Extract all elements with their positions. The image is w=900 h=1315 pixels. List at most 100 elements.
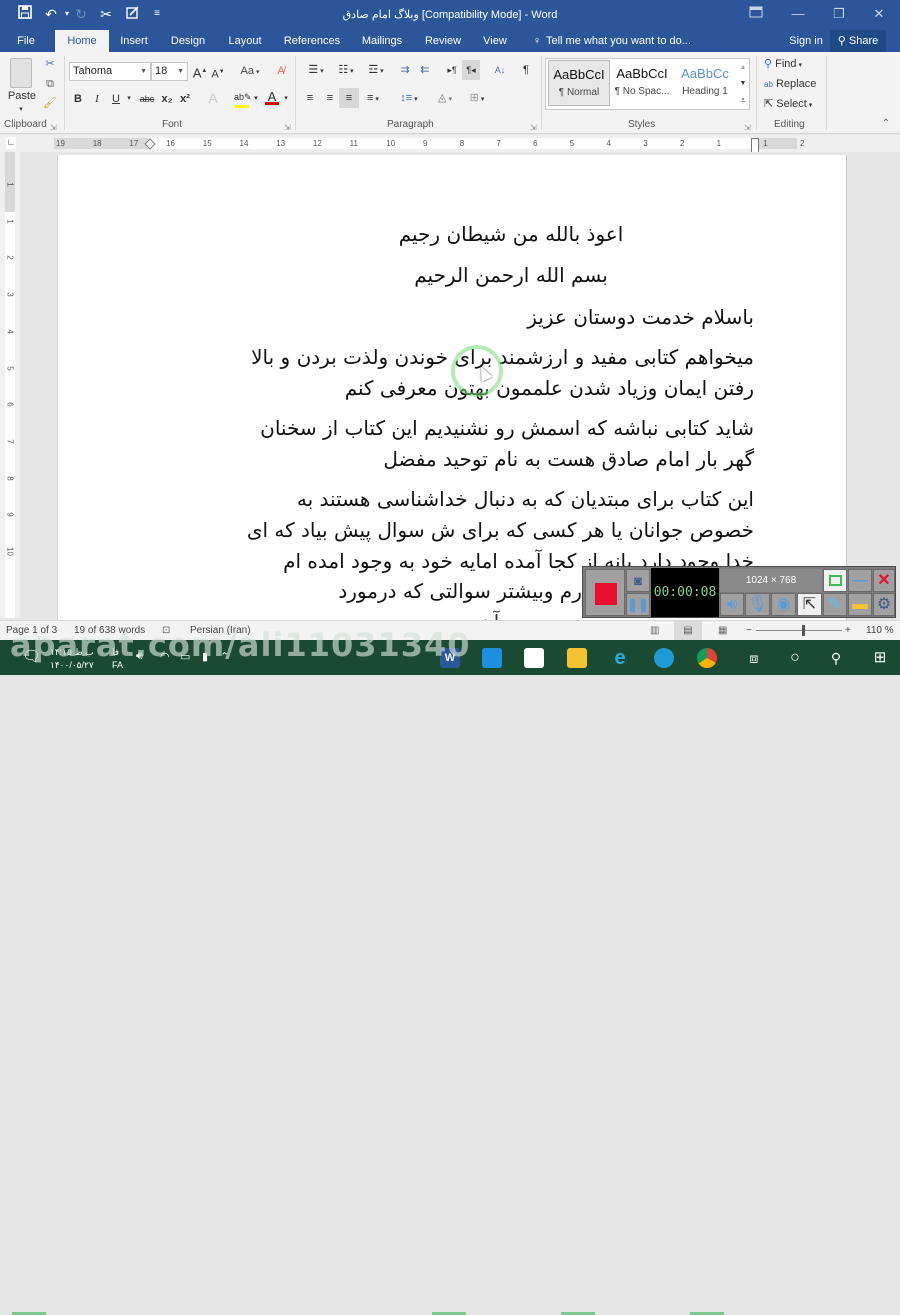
zoom-slider-track[interactable] — [756, 630, 842, 631]
align-right-icon[interactable]: ≡ — [339, 88, 359, 108]
tab-home[interactable]: Home — [55, 30, 109, 52]
multilevel-list-button[interactable]: ☲ ▾ — [362, 62, 390, 80]
sign-in-link[interactable]: Sign in — [785, 30, 827, 52]
shading-icon[interactable]: ◬ ▾ — [432, 90, 458, 108]
styles-scroll-up-icon[interactable]: ▲ — [737, 60, 749, 76]
minimize-icon[interactable]: — — [788, 5, 808, 23]
superscript-button[interactable]: x² — [178, 91, 192, 107]
bold-button[interactable]: B — [71, 91, 85, 107]
clipboard-launcher-icon[interactable]: ⇲ — [50, 120, 57, 136]
pen-icon[interactable]: ✎ — [823, 593, 847, 616]
collapse-ribbon-icon[interactable]: ⌃ — [880, 116, 892, 132]
styles-launcher-icon[interactable]: ⇲ — [744, 120, 751, 136]
tab-review[interactable]: Review — [420, 30, 466, 52]
tab-design[interactable]: Design — [165, 30, 211, 52]
style-heading-1[interactable]: AaBbCc Heading 1 — [674, 60, 736, 106]
font-color-button[interactable]: A — [264, 89, 280, 105]
align-center-icon[interactable]: ≡ — [322, 90, 338, 106]
ltr-direction-icon[interactable]: ▸¶ — [444, 62, 460, 78]
task-view-icon[interactable]: ⧈ — [744, 648, 764, 668]
close-recorder-icon[interactable]: ✕ — [873, 569, 895, 592]
document-page[interactable]: اعوذ بالله من شیطان رجیم بسم الله ارحمن … — [57, 155, 847, 634]
camera-icon[interactable]: ◙ — [626, 569, 650, 592]
borders-icon[interactable]: ⊞ ▾ — [464, 90, 490, 108]
change-case-button[interactable]: Aa ▾ — [236, 63, 264, 81]
highlight-dropdown-icon[interactable]: ▾ — [252, 91, 260, 107]
replace-button[interactable]: ab Replace — [764, 76, 824, 93]
text-effects-icon[interactable]: A — [205, 90, 221, 106]
copy-icon[interactable]: ⧉ — [42, 76, 58, 92]
webcam-icon[interactable]: ◉ — [771, 593, 796, 616]
file-explorer-taskbar-icon[interactable] — [567, 648, 587, 668]
start-windows-icon[interactable]: ⊞ — [870, 648, 890, 668]
cortana-icon[interactable]: ○ — [785, 648, 805, 668]
pause-icon[interactable]: ❚❚ — [626, 593, 650, 616]
shrink-font-icon[interactable]: A▼ — [210, 64, 226, 83]
underline-dropdown-icon[interactable]: ▾ — [125, 91, 133, 107]
tab-references[interactable]: References — [280, 30, 344, 52]
search-icon[interactable]: ⚲ — [826, 648, 846, 668]
clear-formatting-icon[interactable]: A̸ — [273, 63, 289, 79]
font-size-select[interactable]: 18 ▼ — [151, 62, 188, 81]
styles-more-icon[interactable]: ⩡ — [737, 92, 749, 108]
share-button[interactable]: ⚲ Share — [830, 30, 886, 52]
tab-layout[interactable]: Layout — [222, 30, 268, 52]
font-color-dropdown-icon[interactable]: ▾ — [282, 91, 290, 107]
format-painter-icon[interactable]: 🖌 — [42, 95, 58, 111]
style-no-spacing[interactable]: AaBbCcI ¶ No Spac... — [611, 60, 673, 106]
minimize-recorder-icon[interactable]: — — [848, 569, 872, 592]
rtl-direction-icon[interactable]: ¶◂ — [462, 60, 480, 80]
restore-icon[interactable]: ❐ — [829, 5, 849, 23]
italic-button[interactable]: I — [90, 91, 104, 107]
strikethrough-button[interactable]: abc — [137, 91, 157, 107]
sort-icon[interactable]: A↓ — [492, 62, 508, 78]
zoom-slider-thumb[interactable] — [801, 625, 805, 636]
edge-taskbar-icon[interactable] — [654, 648, 674, 668]
settings-gear-icon[interactable]: ⚙ — [873, 593, 895, 616]
font-launcher-icon[interactable]: ⇲ — [284, 120, 291, 136]
chrome-taskbar-icon[interactable] — [697, 648, 717, 668]
store-taskbar-icon[interactable] — [524, 648, 544, 668]
print-layout-icon[interactable]: ▤ — [674, 621, 702, 640]
font-name-select[interactable]: Tahoma ▼ — [69, 62, 151, 81]
cut-icon[interactable]: ✂ — [42, 56, 58, 72]
microphone-icon[interactable]: 🎙︎ — [745, 593, 770, 616]
mail-taskbar-icon[interactable] — [482, 648, 502, 668]
record-button[interactable] — [585, 569, 625, 616]
bullets-button[interactable]: ☰ ▾ — [302, 62, 330, 80]
tab-insert[interactable]: Insert — [113, 30, 155, 52]
subscript-button[interactable]: x₂ — [160, 91, 174, 107]
tab-view[interactable]: View — [477, 30, 513, 52]
select-button[interactable]: ⇱ Select ▾ — [764, 96, 824, 114]
cursor-capture-icon[interactable]: ⇱ — [797, 593, 822, 616]
find-button[interactable]: ⚲ Find ▾ — [764, 56, 824, 74]
numbering-button[interactable]: ☷ ▾ — [332, 62, 360, 80]
internet-explorer-taskbar-icon[interactable]: e — [610, 648, 630, 668]
justify-icon[interactable]: ≡ ▾ — [360, 90, 386, 108]
read-mode-icon[interactable]: ▥ — [650, 625, 659, 637]
decrease-indent-icon[interactable]: ⇉ — [397, 62, 413, 78]
speaker-icon[interactable]: 🔊︎ — [720, 593, 744, 616]
align-left-icon[interactable]: ≡ — [302, 90, 318, 106]
increase-indent-icon[interactable]: ⇇ — [417, 62, 433, 78]
tab-file[interactable]: File — [8, 30, 44, 52]
tab-mailings[interactable]: Mailings — [355, 30, 409, 52]
show-formatting-icon[interactable]: ¶ — [518, 62, 534, 78]
paragraph-launcher-icon[interactable]: ⇲ — [530, 120, 537, 136]
zoom-in-button[interactable]: + — [845, 625, 851, 637]
paste-dropdown-icon[interactable]: ▾ — [16, 102, 26, 118]
style-normal[interactable]: AaBbCcI ¶ Normal — [548, 60, 610, 106]
zoom-level[interactable]: 110 % — [866, 625, 894, 637]
highlight-color-button[interactable]: ab✎ — [234, 89, 252, 108]
grow-font-icon[interactable]: A▲ — [192, 63, 208, 81]
underline-button[interactable]: U — [109, 91, 123, 107]
close-icon[interactable]: ✕ — [869, 5, 889, 23]
styles-scroll-down-icon[interactable]: ▼ — [737, 76, 749, 92]
capture-region-icon[interactable] — [823, 569, 847, 592]
tab-selector-icon[interactable]: ∟ — [6, 137, 16, 149]
zoom-out-button[interactable]: − — [746, 625, 752, 637]
tell-me-search[interactable]: Tell me what you want to do... — [546, 30, 692, 52]
line-spacing-icon[interactable]: ↕≡ ▾ — [396, 90, 422, 108]
web-layout-icon[interactable]: ▦ — [718, 625, 727, 637]
folder-icon[interactable]: ▬ — [848, 593, 872, 616]
